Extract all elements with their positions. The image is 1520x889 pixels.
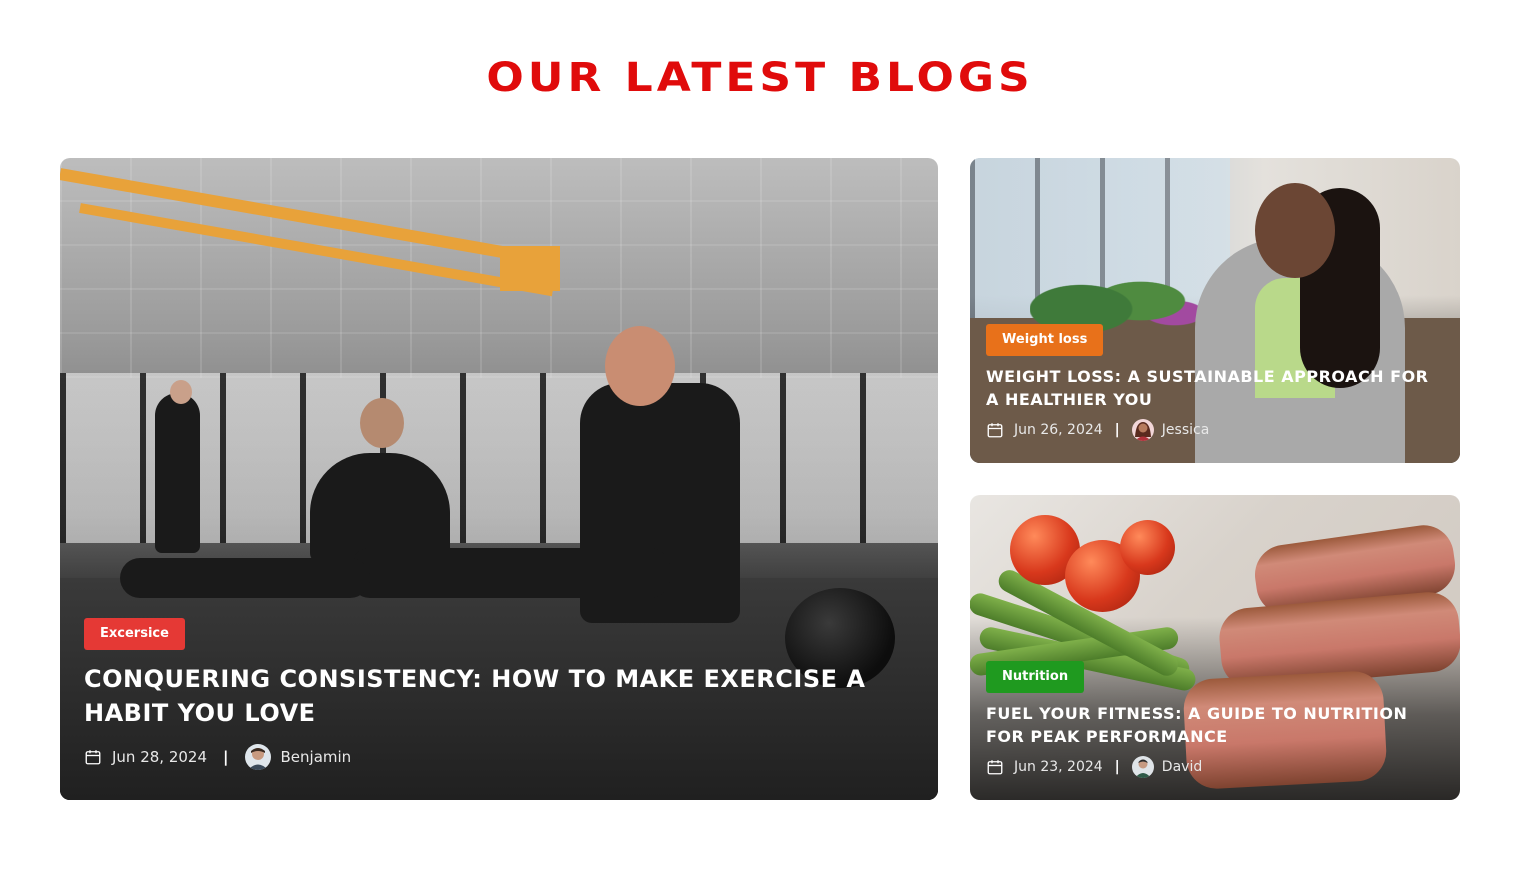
blog-title[interactable]: CONQUERING CONSISTENCY: HOW TO MAKE EXER… bbox=[84, 662, 884, 730]
meta-separator: | bbox=[1114, 422, 1120, 438]
post-meta: Jun 28, 2024 | Benjamin bbox=[84, 744, 914, 770]
calendar-icon bbox=[987, 760, 1003, 775]
author-avatar bbox=[244, 744, 271, 770]
calendar-icon bbox=[85, 750, 101, 765]
author-avatar bbox=[1131, 419, 1154, 441]
author-name[interactable]: Jessica bbox=[1162, 422, 1210, 438]
post-date: Jun 26, 2024 bbox=[1014, 422, 1103, 438]
category-tag[interactable]: Nutrition bbox=[986, 661, 1085, 693]
meta-separator: | bbox=[223, 748, 229, 766]
blog-card-content: Weight loss WEIGHT LOSS: A SUSTAINABLE A… bbox=[970, 324, 1460, 463]
blog-card-content: Nutrition FUEL YOUR FITNESS: A GUIDE TO … bbox=[970, 661, 1460, 800]
blog-card-content: Excersice CONQUERING CONSISTENCY: HOW TO… bbox=[60, 618, 938, 800]
author-avatar bbox=[1131, 756, 1154, 778]
blog-title[interactable]: WEIGHT LOSS: A SUSTAINABLE APPROACH FOR … bbox=[986, 365, 1444, 411]
author-name[interactable]: David bbox=[1162, 759, 1202, 775]
blog-card-nutrition[interactable]: Nutrition FUEL YOUR FITNESS: A GUIDE TO … bbox=[970, 495, 1460, 800]
calendar-icon bbox=[987, 423, 1003, 438]
category-tag[interactable]: Excersice bbox=[84, 618, 185, 650]
section-title: OUR LATEST BLOGS bbox=[486, 54, 1034, 101]
post-date: Jun 28, 2024 bbox=[112, 748, 208, 766]
blog-card-featured[interactable]: Excersice CONQUERING CONSISTENCY: HOW TO… bbox=[60, 158, 938, 800]
author-name[interactable]: Benjamin bbox=[281, 748, 352, 766]
post-date: Jun 23, 2024 bbox=[1014, 759, 1103, 775]
category-tag[interactable]: Weight loss bbox=[986, 324, 1104, 356]
meta-separator: | bbox=[1114, 759, 1120, 775]
post-meta: Jun 26, 2024 | Jessica bbox=[986, 419, 1444, 441]
blog-title[interactable]: FUEL YOUR FITNESS: A GUIDE TO NUTRITION … bbox=[986, 702, 1444, 748]
blog-card-weight-loss[interactable]: Weight loss WEIGHT LOSS: A SUSTAINABLE A… bbox=[970, 158, 1460, 463]
post-meta: Jun 23, 2024 | David bbox=[986, 756, 1444, 778]
